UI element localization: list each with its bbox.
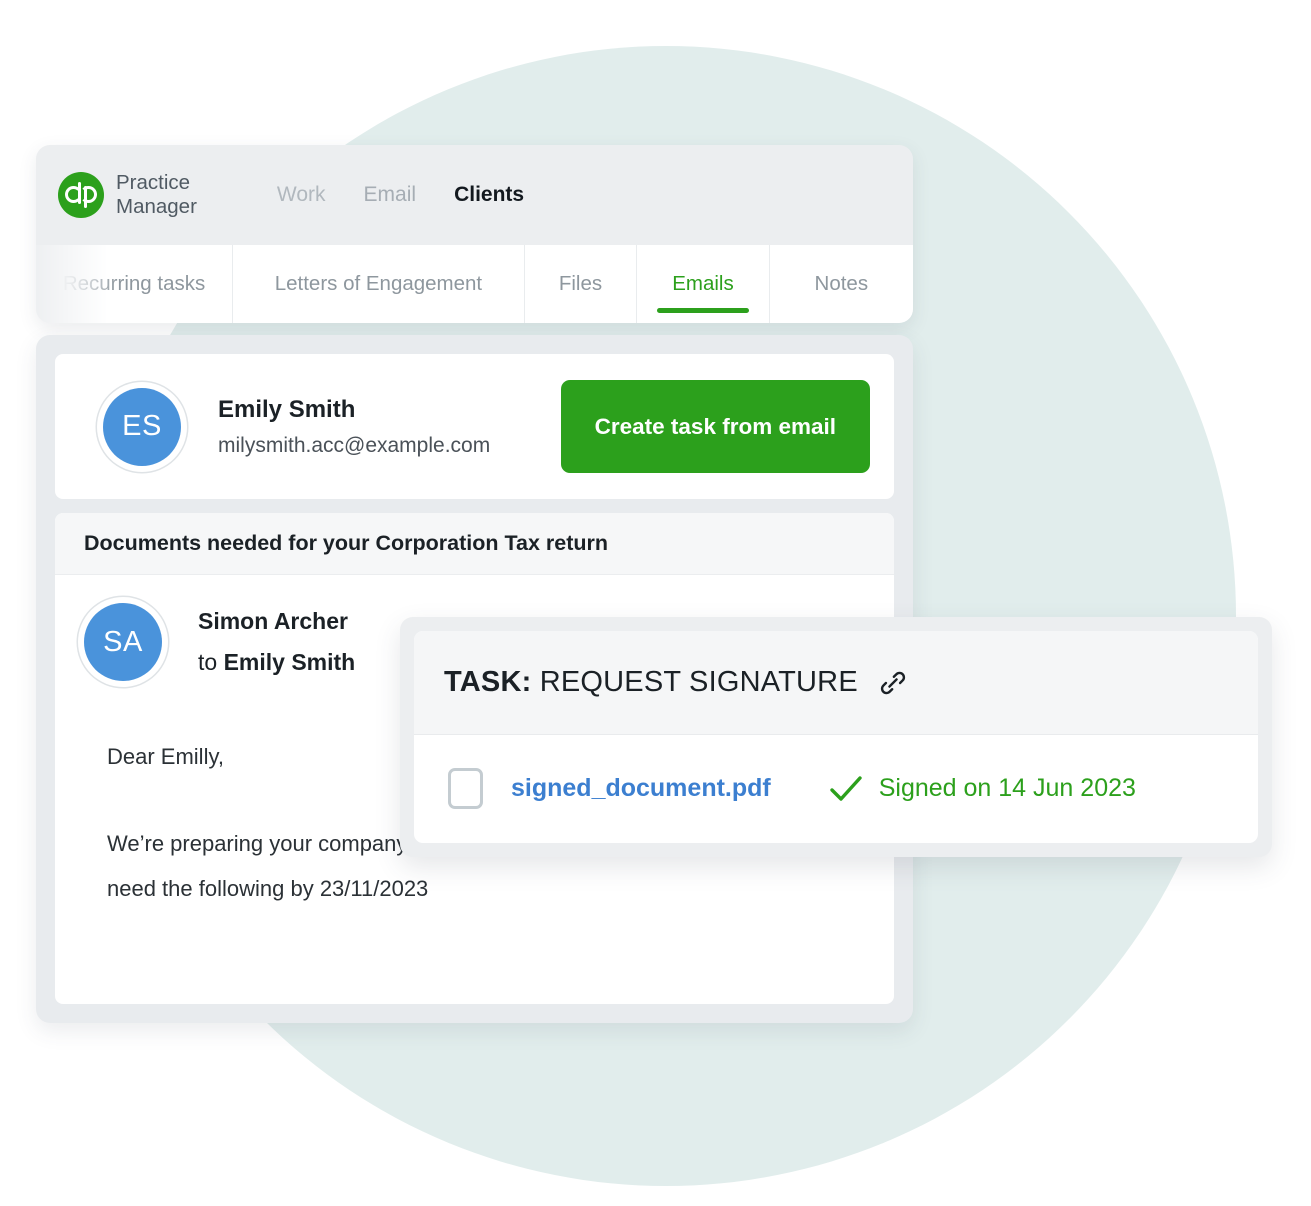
task-file-row: signed_document.pdf Signed on 14 Jun 202… xyxy=(414,735,1258,842)
signed-status: Signed on 14 Jun 2023 xyxy=(829,774,1136,804)
sender-email-address: milysmith.acc@example.com xyxy=(218,434,491,457)
nav-item-clients[interactable]: Clients xyxy=(454,183,524,207)
quickbooks-logo-icon xyxy=(58,172,104,218)
green-check-icon xyxy=(829,774,863,804)
tab-letters-of-engagement[interactable]: Letters of Engagement xyxy=(233,245,525,323)
tab-recurring-tasks[interactable]: Recurring tasks xyxy=(36,245,234,323)
tab-notes[interactable]: Notes xyxy=(769,245,913,323)
sender-details: Emily Smith milysmith.acc@example.com xyxy=(218,395,490,458)
unchecked-checkbox-icon[interactable] xyxy=(448,768,483,809)
thread-avatar: SA xyxy=(84,603,162,681)
tab-label: Files xyxy=(558,272,603,295)
create-task-from-email-button[interactable]: Create task from email xyxy=(560,380,870,473)
signed-document-file-link[interactable]: signed_document.pdf xyxy=(511,774,771,803)
tab-label: Emails xyxy=(672,272,734,295)
tab-label: Notes xyxy=(814,272,869,295)
nav-item-email[interactable]: Email xyxy=(364,183,417,207)
brand-name: Practice Manager xyxy=(116,171,197,218)
tab-label: Recurring tasks xyxy=(62,272,206,295)
email-to-line: to Emily Smith xyxy=(198,649,355,676)
recipient-details: Simon Archer to Emily Smith xyxy=(198,608,355,676)
task-card: TASK: REQUEST SIGNATURE signed_document.… xyxy=(400,617,1272,857)
sender-name: Emily Smith xyxy=(218,396,356,423)
brand: Practice Manager xyxy=(58,171,197,219)
email-sender-card: ES Emily Smith milysmith.acc@example.com… xyxy=(55,354,894,499)
tab-emails[interactable]: Emails xyxy=(637,245,770,323)
email-to-name: Emily Smith xyxy=(223,648,356,675)
task-card-header: TASK: REQUEST SIGNATURE xyxy=(414,631,1258,735)
sender-avatar: ES xyxy=(103,387,181,466)
app-header: Practice Manager Work Email Clients xyxy=(36,145,913,245)
task-card-inner: TASK: REQUEST SIGNATURE signed_document.… xyxy=(414,631,1258,843)
primary-nav: Work Email Clients xyxy=(277,183,524,207)
email-subject: Documents needed for your Corporation Ta… xyxy=(84,531,609,555)
task-title: TASK: REQUEST SIGNATURE xyxy=(444,666,858,699)
active-tab-indicator xyxy=(656,308,749,313)
email-subject-bar: Documents needed for your Corporation Ta… xyxy=(55,513,894,575)
task-title-prefix: TASK: xyxy=(444,666,532,698)
signed-status-label: Signed on 14 Jun 2023 xyxy=(878,774,1136,802)
tab-label: Letters of Engagement xyxy=(274,272,483,295)
to-prefix: to xyxy=(198,648,224,675)
task-title-text: REQUEST SIGNATURE xyxy=(539,666,858,698)
tab-files[interactable]: Files xyxy=(524,245,638,323)
nav-item-work[interactable]: Work xyxy=(277,183,326,207)
tab-strip: Recurring tasks Letters of Engagement Fi… xyxy=(36,245,913,323)
app-window: Practice Manager Work Email Clients Recu… xyxy=(36,145,913,323)
email-from-name: Simon Archer xyxy=(198,608,348,635)
link-chain-icon[interactable] xyxy=(876,666,910,700)
